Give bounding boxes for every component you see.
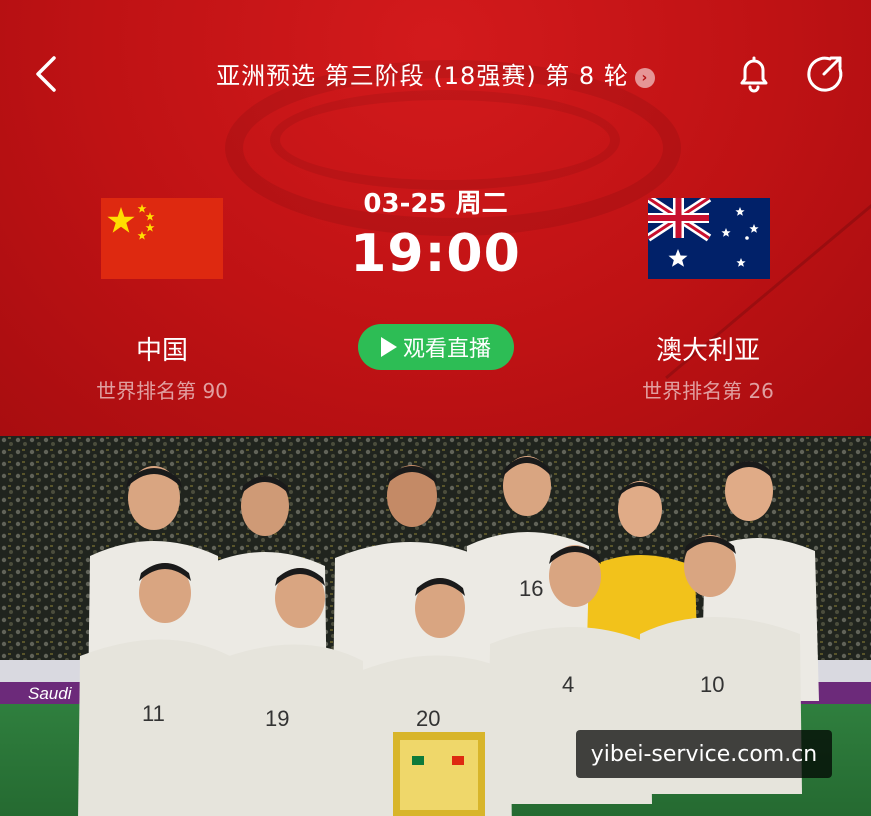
pennant: [393, 732, 485, 816]
match-header: 亚洲预选 第三阶段 (18强赛) 第 8 轮› 03-25 周二 19:00: [0, 0, 871, 436]
away-team-rank: 世界排名第 26: [642, 379, 774, 403]
jersey-number-10: 10: [700, 672, 724, 697]
watch-live-button[interactable]: 观看直播: [358, 324, 514, 370]
away-team-name: 澳大利亚: [655, 336, 760, 366]
ad-board-text: Saudi: [28, 684, 73, 703]
notify-button[interactable]: [732, 52, 776, 96]
jersey-number-19: 19: [265, 706, 289, 731]
watch-live-label: 观看直播: [402, 337, 491, 362]
jersey-number-20: 20: [416, 706, 440, 731]
jersey-number-16: 16: [519, 576, 543, 601]
chevron-right-icon: ›: [634, 68, 655, 88]
competition-title-text: 亚洲预选 第三阶段 (18强赛) 第 8 轮: [216, 62, 629, 90]
share-icon: [807, 56, 843, 92]
bell-icon: [740, 56, 768, 93]
background-emblem-inner: [270, 90, 620, 190]
jersey-number-11: 11: [142, 701, 165, 726]
home-team-rank: 世界排名第 90: [96, 379, 228, 403]
watermark-caption: yibei-service.com.cn: [576, 730, 832, 778]
home-team-name: 中国: [135, 336, 188, 366]
play-icon: [380, 337, 397, 357]
jersey-number-4: 4: [562, 672, 574, 697]
share-button[interactable]: [802, 52, 846, 96]
australia-flag: [645, 194, 770, 279]
